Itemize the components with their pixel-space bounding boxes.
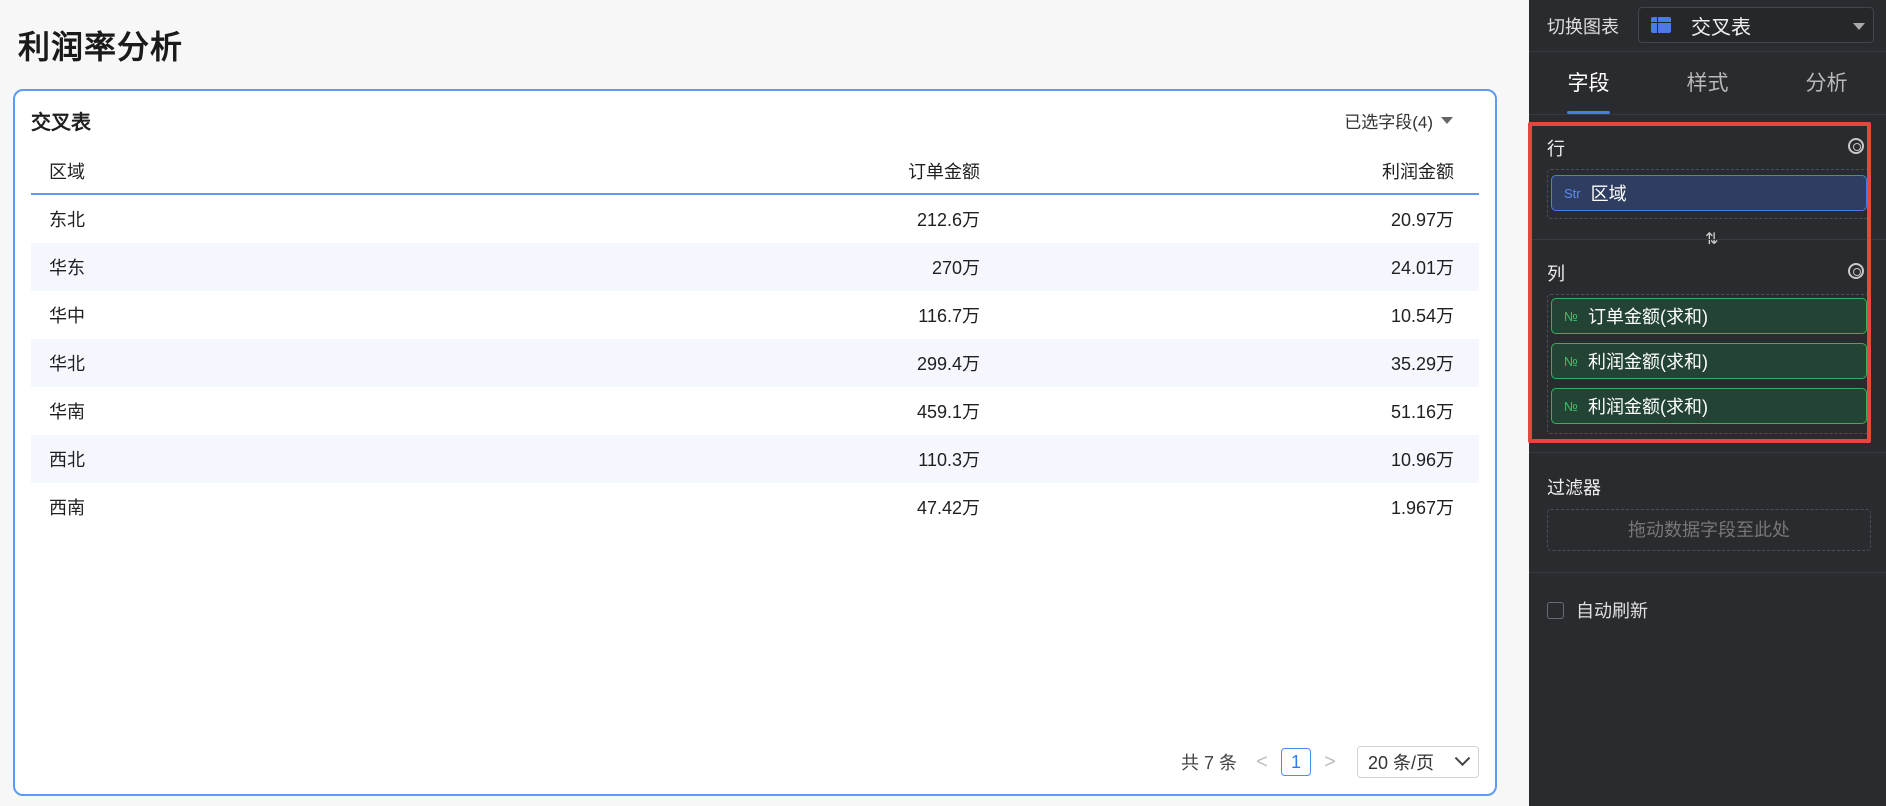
cell-profit-amount: 1.967万 xyxy=(1390,498,1454,518)
crosstab-icon xyxy=(1651,17,1671,33)
total-count: 共 7 条 xyxy=(1180,753,1237,773)
cell-order-amount: 110.3万 xyxy=(918,450,980,470)
section-divider xyxy=(1529,452,1886,453)
cell-region: 华南 xyxy=(49,402,85,422)
cell-region: 华北 xyxy=(49,354,85,374)
cell-order-amount: 270万 xyxy=(931,258,980,278)
cell-profit-amount: 10.54万 xyxy=(1390,306,1454,326)
selected-fields-label: 已选字段(4) xyxy=(1344,113,1433,132)
cell-profit-amount: 10.96万 xyxy=(1390,450,1454,470)
auto-refresh-label: 自动刷新 xyxy=(1576,601,1648,621)
cell-order-amount: 116.7万 xyxy=(918,306,980,326)
page-size-select[interactable]: 20 条/页 xyxy=(1357,746,1479,778)
chart-type-select[interactable]: 交叉表 xyxy=(1638,7,1874,43)
cell-region: 东北 xyxy=(49,210,85,230)
table-row: 西南 47.42万 1.967万 xyxy=(31,483,1479,531)
cell-region: 华东 xyxy=(49,258,85,278)
cell-profit-amount: 35.29万 xyxy=(1390,354,1454,374)
highlight-box xyxy=(1528,122,1871,443)
cell-region: 西北 xyxy=(49,450,85,470)
chart-switch-row: 切换图表 交叉表 xyxy=(1529,0,1886,52)
page-size-value: 20 条/页 xyxy=(1368,753,1435,773)
cell-order-amount: 299.4万 xyxy=(916,354,980,374)
table-header: 区域 订单金额 利润金额 xyxy=(31,148,1479,195)
cell-profit-amount: 20.97万 xyxy=(1390,210,1454,230)
table-row: 西北 110.3万 10.96万 xyxy=(31,435,1479,483)
auto-refresh-toggle[interactable]: 自动刷新 xyxy=(1547,597,1648,623)
filter-dropzone[interactable]: 拖动数据字段至此处 xyxy=(1547,509,1871,551)
auto-refresh-checkbox[interactable] xyxy=(1547,601,1564,619)
header-region[interactable]: 区域 xyxy=(31,158,531,184)
cell-order-amount: 47.42万 xyxy=(916,498,980,518)
tab-style[interactable]: 样式 xyxy=(1648,53,1767,114)
cell-profit-amount: 51.16万 xyxy=(1390,402,1454,422)
section-divider xyxy=(1529,572,1886,573)
cell-region: 西南 xyxy=(49,498,85,518)
filter-section-label: 过滤器 xyxy=(1547,478,1601,498)
page-title: 利润率分析 xyxy=(18,29,184,65)
pagination: 共 7 条 < 1 > 20 条/页 xyxy=(1181,746,1479,778)
selected-fields-dropdown[interactable]: 已选字段(4) xyxy=(1344,108,1453,133)
switch-chart-label: 切换图表 xyxy=(1547,16,1619,37)
tab-fields[interactable]: 字段 xyxy=(1529,53,1648,114)
table-row: 华中 116.7万 10.54万 xyxy=(31,291,1479,339)
next-page-icon[interactable]: > xyxy=(1317,751,1343,774)
crosstab-table: 区域 订单金额 利润金额 东北 212.6万 20.97万 华东 270万 24… xyxy=(31,148,1479,531)
crosstab-card: 交叉表 已选字段(4) 区域 订单金额 利润金额 东北 212.6万 20.97… xyxy=(13,89,1497,796)
caret-down-icon xyxy=(1441,117,1453,124)
header-profit-amount[interactable]: 利润金额 xyxy=(980,158,1472,184)
table-row: 华南 459.1万 51.16万 xyxy=(31,387,1479,435)
cell-order-amount: 459.1万 xyxy=(916,402,980,422)
cell-region: 华中 xyxy=(49,306,85,326)
page-number-button[interactable]: 1 xyxy=(1281,748,1311,776)
cell-order-amount: 212.6万 xyxy=(916,210,980,230)
table-row: 华东 270万 24.01万 xyxy=(31,243,1479,291)
table-row: 华北 299.4万 35.29万 xyxy=(31,339,1479,387)
panel-tabs: 字段 样式 分析 xyxy=(1529,53,1886,115)
chevron-down-icon xyxy=(1454,749,1471,766)
tab-analysis[interactable]: 分析 xyxy=(1767,53,1886,114)
cell-profit-amount: 24.01万 xyxy=(1390,258,1454,278)
chart-type-value: 交叉表 xyxy=(1691,16,1751,39)
table-row: 东北 212.6万 20.97万 xyxy=(31,195,1479,243)
card-title: 交叉表 xyxy=(31,112,91,134)
caret-down-icon xyxy=(1853,23,1865,30)
header-order-amount[interactable]: 订单金额 xyxy=(531,158,980,184)
prev-page-icon[interactable]: < xyxy=(1249,751,1275,774)
